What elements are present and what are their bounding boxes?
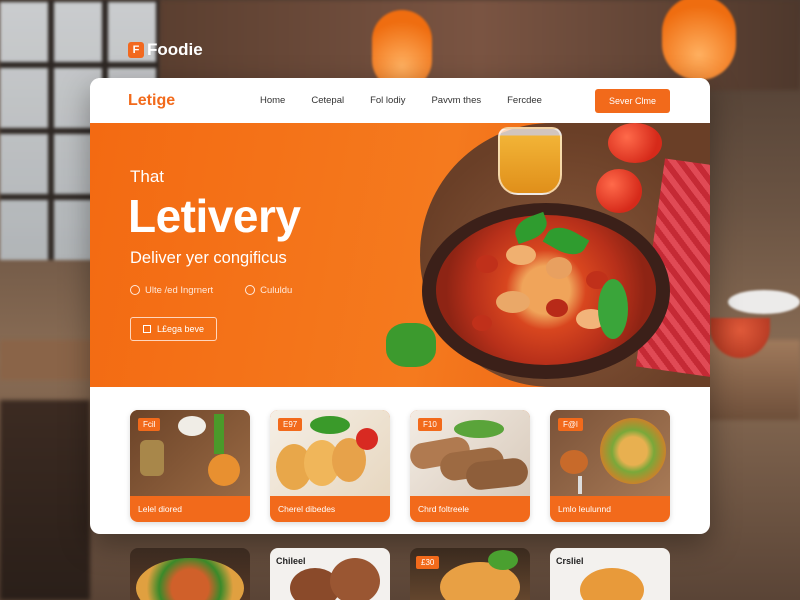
hero-meta-item: Cululdu xyxy=(245,285,292,296)
bag-icon xyxy=(143,325,151,333)
food-card-label: Lmlo leulunnd xyxy=(558,504,611,514)
hero-button[interactable]: L£ega beve xyxy=(130,317,218,341)
food-card[interactable]: F10 Chrd foltreele xyxy=(410,410,530,522)
hero-headline: Letivery xyxy=(128,190,301,242)
food-card-grid: Fcil Lelel diored E97 Cherel dibedes F10 xyxy=(130,410,670,522)
honey-jar-image xyxy=(498,127,562,195)
nav-link-cetepal[interactable]: Cetepal xyxy=(311,95,344,106)
food-card-label: Cherel dibedes xyxy=(278,504,336,514)
website-mockup: Letige Home Cetepal Fol lodiy Pavvm thes… xyxy=(90,78,710,534)
parsley-image xyxy=(386,323,436,367)
food-card-preview[interactable]: £30 xyxy=(410,548,530,600)
food-card-label: Lelel diored xyxy=(138,504,182,514)
hero-banner: That Letivery Deliver yer congificus Ult… xyxy=(90,123,710,387)
hero-subtitle: Deliver yer congificus xyxy=(130,249,287,267)
food-card-tag: Fcil xyxy=(138,418,161,431)
brand-name: Foodie xyxy=(147,40,203,59)
food-card-preview[interactable] xyxy=(130,548,250,600)
background-chair xyxy=(0,400,90,600)
food-card-preview-tag: Chileel xyxy=(276,556,306,566)
hero-eyebrow: That xyxy=(130,167,165,186)
food-card-tag: F@l xyxy=(558,418,583,431)
background-table xyxy=(0,340,100,380)
basil-leaf-image xyxy=(598,279,628,339)
brand[interactable]: F Foodie xyxy=(128,40,203,60)
background-lamp xyxy=(662,0,736,80)
tomato-image xyxy=(596,169,642,213)
nav-link-home[interactable]: Home xyxy=(260,95,285,106)
hero-meta-text: Cululdu xyxy=(260,285,293,296)
food-card-preview-tag: £30 xyxy=(416,556,440,569)
food-card[interactable]: F@l Lmlo leulunnd xyxy=(550,410,670,522)
food-card[interactable]: Fcil Lelel diored xyxy=(130,410,250,522)
food-card-preview[interactable]: Crsliel xyxy=(550,548,670,600)
tomato-image xyxy=(608,123,662,163)
food-card-tag: E97 xyxy=(278,418,303,431)
nav-links: Home Cetepal Fol lodiy Pavvm thes Fercde… xyxy=(260,95,595,106)
food-card[interactable]: E97 Cherel dibedes xyxy=(270,410,390,522)
clock-icon xyxy=(130,285,140,295)
food-card-preview-tag: Crsliel xyxy=(556,556,584,566)
brand-logo-icon: F xyxy=(128,42,144,58)
nav-cta-button[interactable]: Sever Clme xyxy=(594,88,670,113)
food-card-preview[interactable]: Chileel xyxy=(270,548,390,600)
food-card-tag: F10 xyxy=(418,418,442,431)
site-logo[interactable]: Letige xyxy=(128,92,260,110)
hero-meta: Ulte /ed Ingrnert Cululdu xyxy=(130,285,292,296)
nav-link-fol-lodiy[interactable]: Fol lodiy xyxy=(370,95,405,106)
hero-meta-item: Ulte /ed Ingrnert xyxy=(130,285,213,296)
hero-button-label: L£ega beve xyxy=(157,324,205,334)
food-card-label: Chrd foltreele xyxy=(418,504,470,514)
nav-link-pavvm-thes[interactable]: Pavvm thes xyxy=(431,95,481,106)
pin-icon xyxy=(245,285,256,295)
top-nav: Letige Home Cetepal Fol lodiy Pavvm thes… xyxy=(90,78,710,123)
nav-link-fercdee[interactable]: Fercdee xyxy=(507,95,542,106)
hero-meta-text: Ulte /ed Ingrnert xyxy=(145,285,214,296)
background-plate xyxy=(728,290,800,314)
second-card-row: Chileel £30 Crsliel xyxy=(130,548,670,600)
